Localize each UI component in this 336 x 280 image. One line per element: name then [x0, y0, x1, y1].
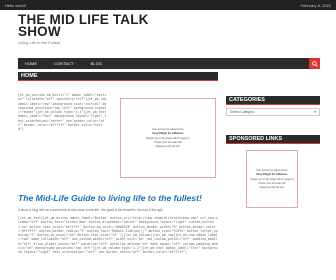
nav-item-contact[interactable]: CONTACT: [54, 62, 73, 66]
topbar-date: February 8, 2022: [300, 2, 331, 8]
search-button[interactable]: [309, 58, 320, 69]
sidebar-sponsored-heading: SPONSORED LINKS: [226, 135, 320, 144]
page-heading: HOME: [21, 73, 38, 79]
ad-line-3: Please go to the plugin admin page to: [146, 136, 190, 140]
post-subline: A show & blog with an honest look at mid…: [18, 208, 163, 212]
ad-placeholder-sidebar: Your ad can be placed here. Easy Plugin …: [246, 150, 298, 208]
search-icon: [311, 60, 318, 67]
nav-item-home[interactable]: HOME: [25, 62, 37, 66]
top-bar: Hello world! February 8, 2022: [0, 0, 336, 10]
sponsored-label: SPONSORED LINKS: [229, 136, 283, 142]
category-select[interactable]: Select Category ▾: [226, 108, 320, 116]
topbar-link[interactable]: Hello world!: [5, 3, 26, 8]
sidebar-ad-line-3: Please go to the plugin admin page to: [250, 177, 294, 181]
site-title[interactable]: THE MID LIFE TALK SHOW: [18, 13, 149, 39]
sidebar-ad-line-5: Suppress this ad slot.: [259, 185, 285, 189]
shortcode-text-2: [/et_pb_text][et_pb_button admin_label="…: [18, 216, 218, 255]
sidebar-ad-line-1: Your ad can be placed here.: [255, 169, 289, 173]
main-nav: HOME CONTACT BLOG: [18, 58, 320, 69]
nav-item-blog[interactable]: BLOG: [91, 62, 102, 66]
ad-placeholder-main: Your ad can be placed here. Easy Plugin …: [120, 98, 216, 178]
sidebar-categories-heading: CATEGORIES: [226, 96, 320, 105]
post-headline: The Mid-Life Guide to living life to the…: [18, 193, 202, 203]
site-tagline: Living Life to the Fullest: [18, 40, 61, 45]
shortcode-text-1: [et_pb_section bb_built="1" admin_label=…: [18, 93, 107, 132]
ad-line-5: Suppress this ad slot.: [155, 144, 181, 148]
chevron-down-icon: ▾: [314, 110, 316, 114]
site-title-line2[interactable]: SHOW: [18, 25, 149, 39]
sidebar-ad-line-2[interactable]: Easy Plugin for AdSense.: [256, 173, 287, 176]
page-heading-bar: HOME: [18, 72, 218, 81]
ad-line-4: Paste your ad code OR: [154, 140, 182, 144]
categories-label: CATEGORIES: [229, 97, 265, 103]
category-select-value: Select Category: [230, 110, 255, 114]
ad-line-2[interactable]: Easy Plugin for AdSense.: [152, 132, 183, 135]
ad-line-1: Your ad can be placed here.: [151, 128, 185, 132]
sidebar-ad-line-4: Paste your ad code OR: [258, 181, 286, 185]
